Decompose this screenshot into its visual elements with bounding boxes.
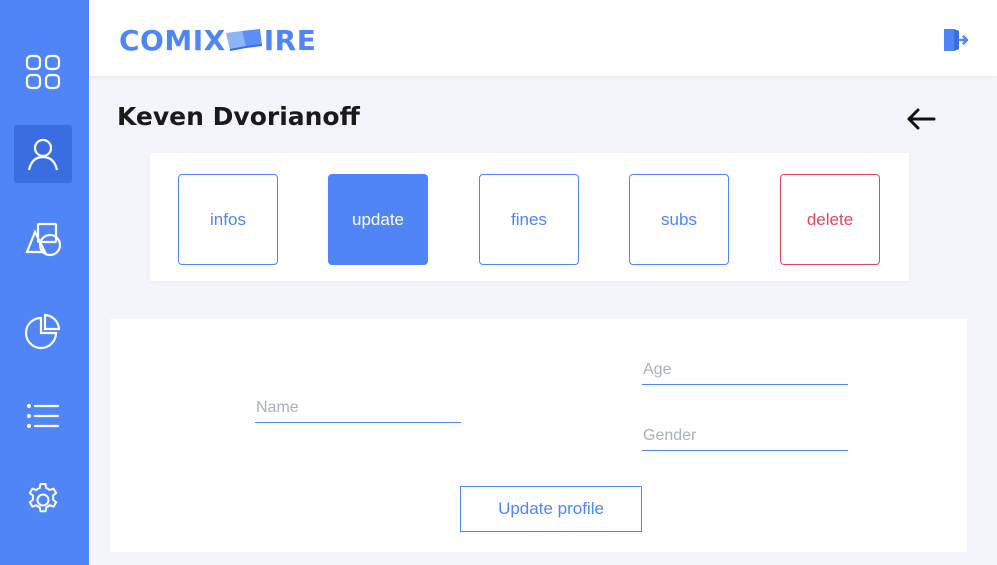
pie-chart-icon	[24, 313, 61, 350]
sidebar-item-list[interactable]	[14, 387, 72, 445]
age-field[interactable]	[642, 355, 848, 385]
sidebar-item-settings[interactable]	[14, 471, 72, 529]
update-profile-button[interactable]: Update profile	[460, 486, 642, 532]
name-field[interactable]	[255, 393, 461, 423]
list-icon	[26, 403, 60, 429]
subs-button[interactable]: subs	[629, 174, 729, 265]
gear-icon	[28, 483, 58, 513]
logo-text-right: IRE	[263, 23, 317, 57]
delete-button[interactable]: delete	[780, 174, 880, 265]
infos-button[interactable]: infos	[178, 174, 278, 265]
update-profile-form: Update profile	[110, 319, 967, 552]
book-logo-icon	[225, 29, 262, 51]
sidebar-item-dashboard[interactable]	[14, 43, 72, 101]
top-bar: COMIX IRE	[89, 0, 997, 76]
dashboard-icon	[25, 54, 61, 90]
sidebar-item-shapes[interactable]	[14, 210, 72, 268]
sidebar-item-profile[interactable]	[14, 125, 72, 183]
fines-button[interactable]: fines	[479, 174, 579, 265]
sidebar	[0, 0, 89, 565]
update-button[interactable]: update	[328, 174, 428, 265]
page-title: Keven Dvorianoff	[117, 102, 360, 131]
sidebar-item-stats[interactable]	[14, 302, 72, 360]
profile-actions-card: infos update fines subs delete	[150, 153, 909, 281]
shapes-icon	[25, 222, 62, 257]
arrow-left-icon[interactable]	[905, 105, 937, 133]
logout-icon[interactable]	[941, 26, 969, 54]
app-logo[interactable]: COMIX IRE	[119, 22, 316, 58]
logo-text-left: COMIX	[119, 23, 226, 57]
gender-field[interactable]	[642, 421, 848, 451]
user-icon	[27, 138, 59, 171]
